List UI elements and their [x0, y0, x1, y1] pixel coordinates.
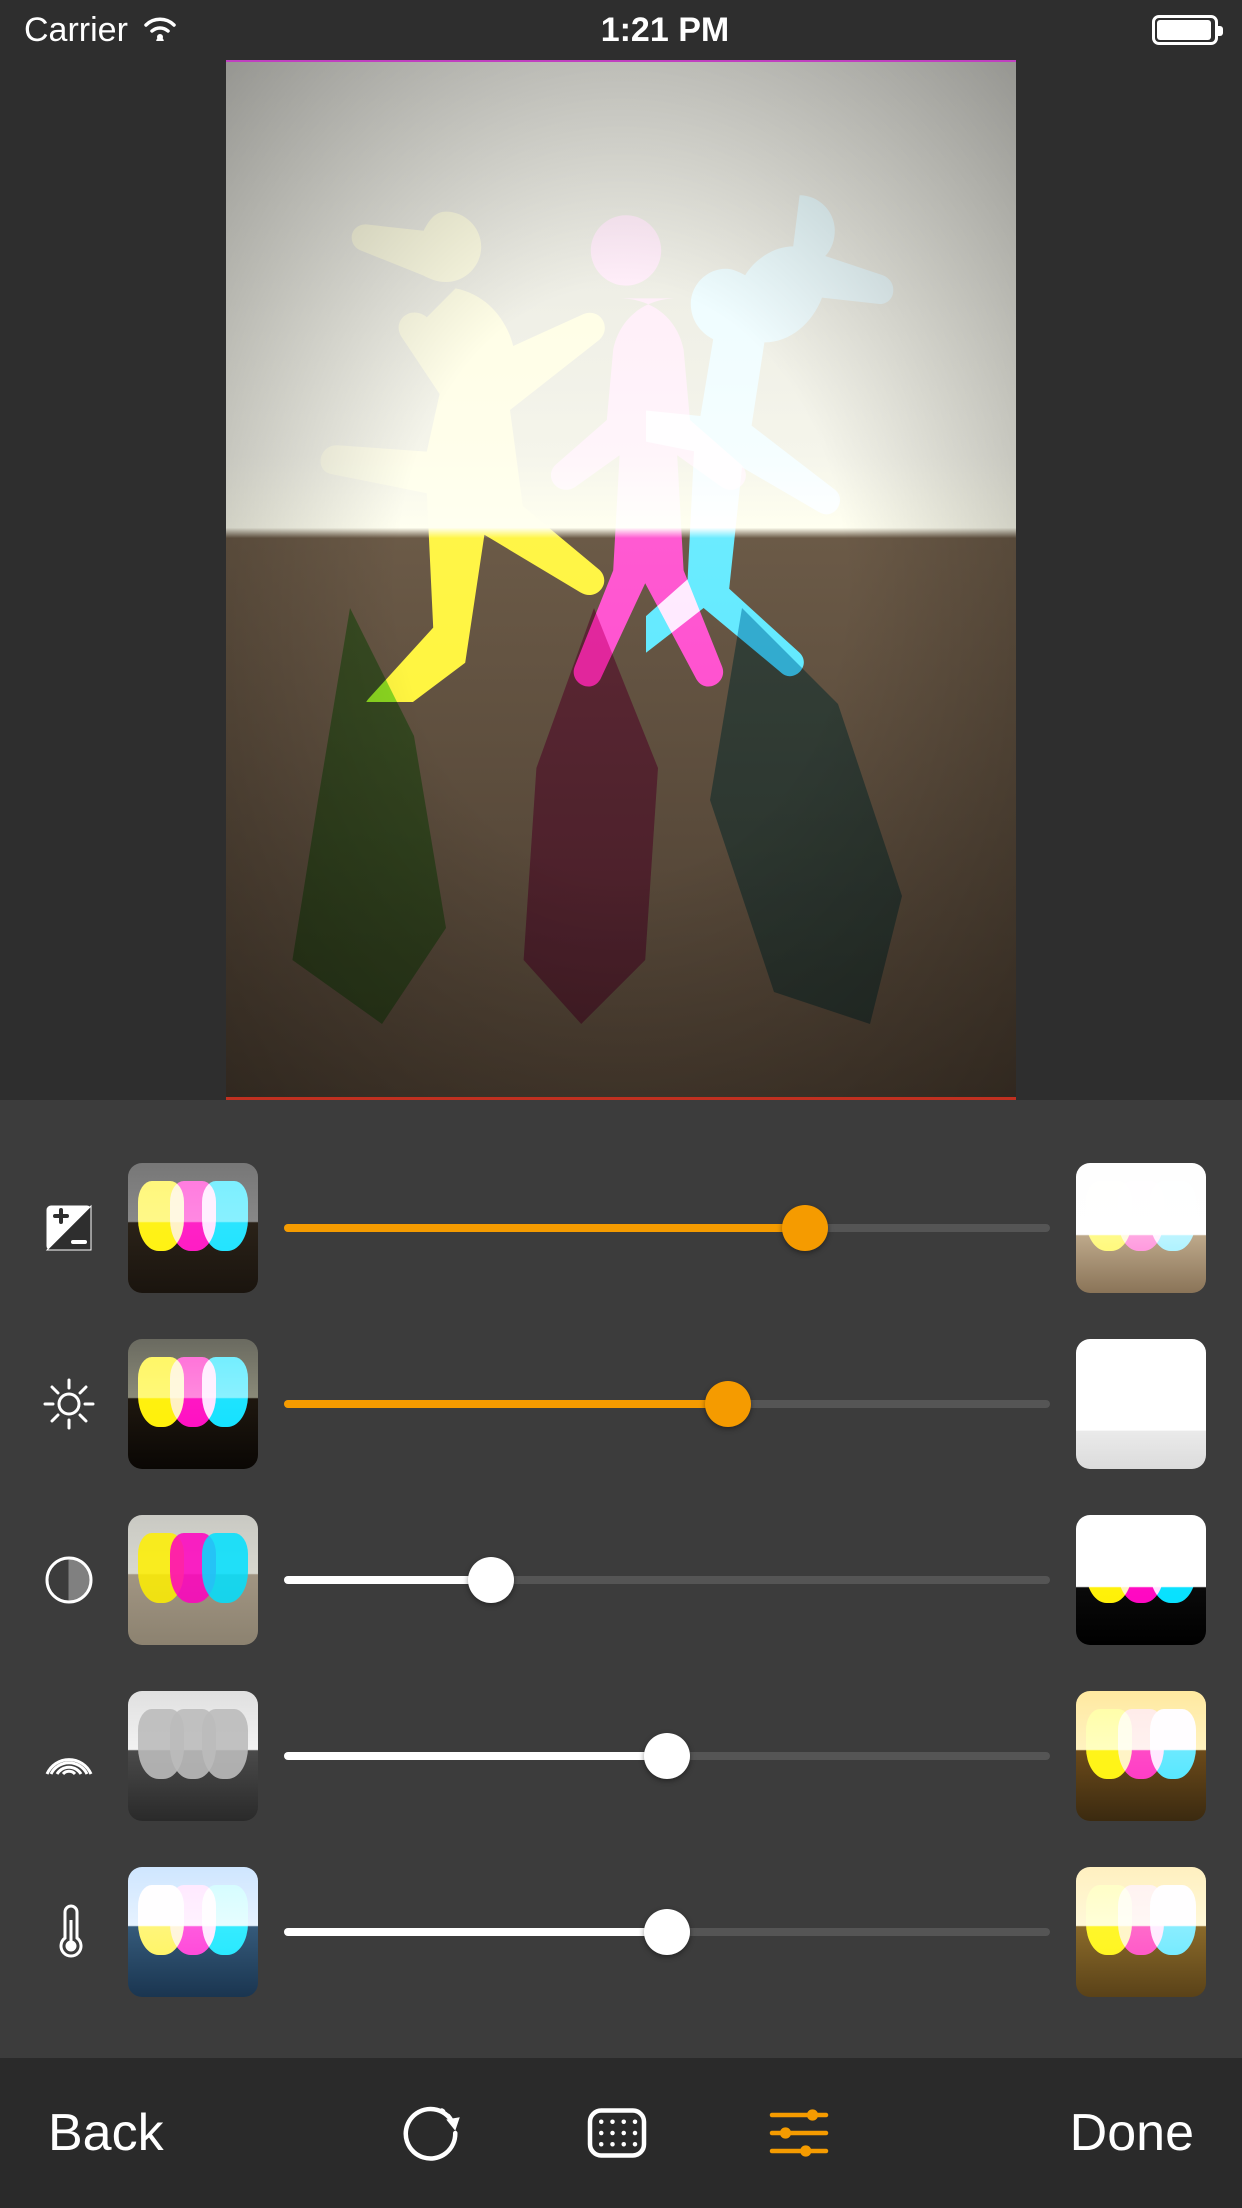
done-button[interactable]: Done: [1070, 2103, 1194, 2163]
exposure-slider[interactable]: [284, 1198, 1050, 1258]
clock: 1:21 PM: [601, 11, 730, 50]
exposure-icon: [36, 1200, 102, 1256]
brightness-row: [0, 1316, 1242, 1492]
battery-icon: [1152, 15, 1218, 45]
contrast-icon: [36, 1552, 102, 1608]
wifi-icon: [142, 11, 178, 50]
brightness-thumb-high[interactable]: [1076, 1339, 1206, 1469]
contrast-thumb-high[interactable]: [1076, 1515, 1206, 1645]
saturation-slider[interactable]: [284, 1726, 1050, 1786]
temperature-thumb-high[interactable]: [1076, 1867, 1206, 1997]
image-preview-area: [0, 60, 1242, 1100]
brightness-thumb-low[interactable]: [128, 1339, 258, 1469]
brightness-slider[interactable]: [284, 1374, 1050, 1434]
rotate-tool-button[interactable]: [399, 2097, 471, 2169]
bottom-toolbar: Back Done: [0, 2058, 1242, 2208]
texture-tool-button[interactable]: [581, 2097, 653, 2169]
temperature-icon: [36, 1904, 102, 1960]
adjustments-panel: [0, 1100, 1242, 2058]
temperature-row: [0, 1844, 1242, 2020]
saturation-row: [0, 1668, 1242, 1844]
exposure-thumb-low[interactable]: [128, 1163, 258, 1293]
status-bar: Carrier 1:21 PM: [0, 0, 1242, 60]
temperature-slider[interactable]: [284, 1902, 1050, 1962]
exposure-thumb-high[interactable]: [1076, 1163, 1206, 1293]
saturation-thumb-high[interactable]: [1076, 1691, 1206, 1821]
image-preview[interactable]: [226, 60, 1016, 1100]
carrier-label: Carrier: [24, 11, 128, 50]
saturation-icon: [36, 1728, 102, 1784]
saturation-thumb-low[interactable]: [128, 1691, 258, 1821]
contrast-row: [0, 1492, 1242, 1668]
contrast-slider[interactable]: [284, 1550, 1050, 1610]
back-button[interactable]: Back: [48, 2103, 164, 2163]
exposure-row: [0, 1140, 1242, 1316]
contrast-thumb-low[interactable]: [128, 1515, 258, 1645]
texture-icon: [581, 2097, 653, 2169]
sliders-tool-button[interactable]: [763, 2097, 835, 2169]
temperature-thumb-low[interactable]: [128, 1867, 258, 1997]
sliders-icon: [763, 2097, 835, 2169]
brightness-icon: [36, 1376, 102, 1432]
rotate-icon: [399, 2097, 471, 2169]
